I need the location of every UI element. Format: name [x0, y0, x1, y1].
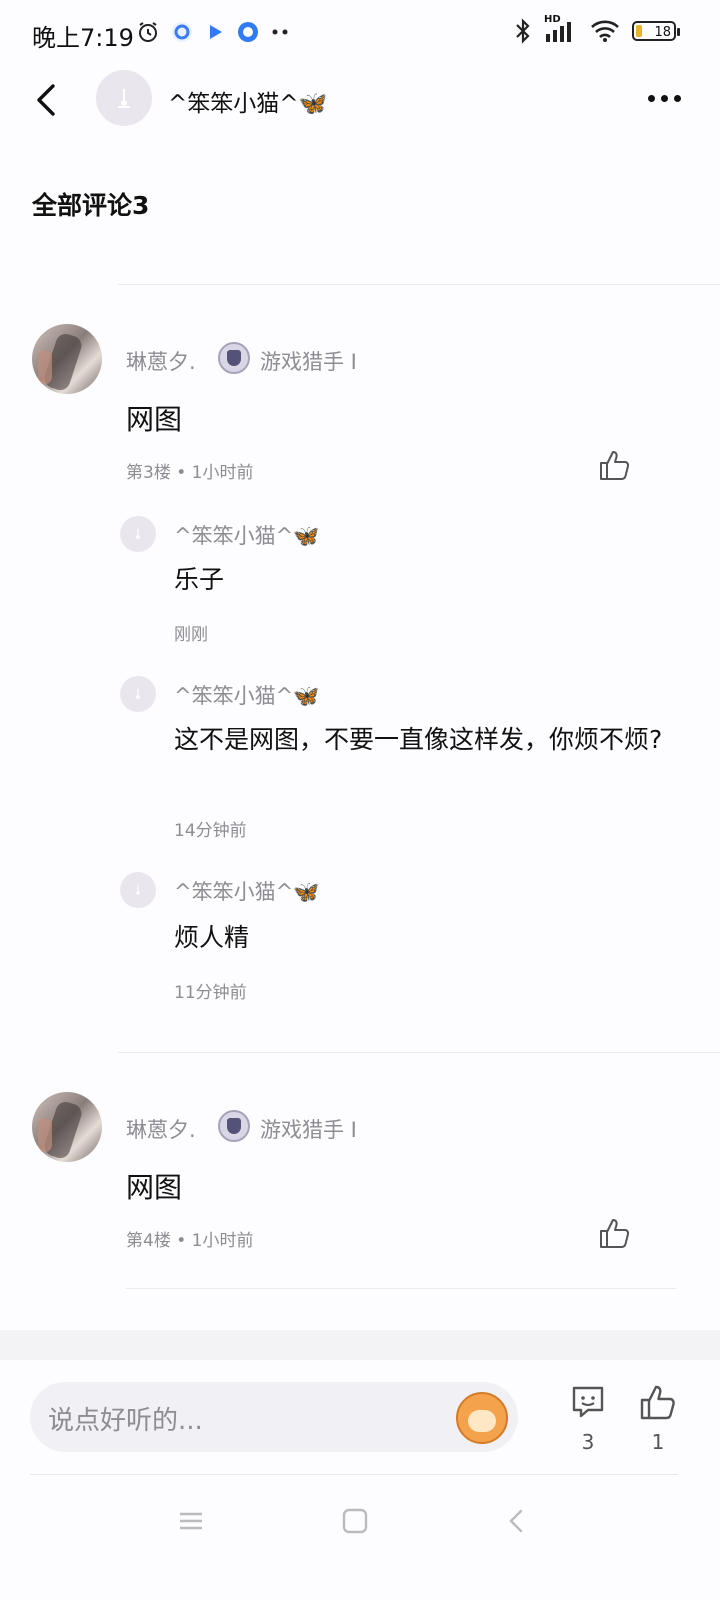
alarm-icon — [139, 22, 157, 42]
divider — [118, 1052, 720, 1053]
back-button[interactable] — [28, 80, 68, 120]
home-icon[interactable] — [340, 1506, 370, 1536]
reply-text: 这不是网图，不要一直像这样发，你烦不烦? — [174, 725, 663, 754]
reply-avatar[interactable] — [120, 676, 156, 712]
footer-separator-band — [0, 1330, 720, 1360]
comment-author[interactable]: 琳蒽夕. — [126, 346, 196, 376]
divider — [118, 284, 720, 285]
divider — [126, 1288, 676, 1289]
reply-time: 刚刚 — [174, 625, 208, 645]
reply-author[interactable]: ^笨笨小猫^🦋 — [174, 876, 319, 906]
baidu-netdisk-icon — [172, 22, 192, 42]
badge-label: 游戏猎手 I — [260, 1118, 357, 1142]
game-hunter-badge-icon — [218, 1110, 250, 1142]
reply-time: 14分钟前 — [174, 821, 247, 841]
thumbs-up-icon[interactable] — [598, 1216, 632, 1250]
navbar-divider — [30, 1474, 678, 1475]
bluetooth-icon — [516, 18, 530, 44]
signal-indicator: HD — [544, 14, 578, 44]
status-time: 晚上7:19 — [32, 24, 134, 52]
cat-avatar-icon — [136, 688, 140, 699]
comments-count-title: 全部评论3 — [32, 191, 150, 220]
play-icon — [210, 25, 222, 39]
dot — [660, 94, 668, 102]
commenter-avatar[interactable] — [32, 324, 102, 394]
battery-indicator: 18 — [632, 21, 680, 41]
comment-count: 3 — [581, 1430, 595, 1454]
reply-author[interactable]: ^笨笨小猫^🦋 — [174, 680, 319, 710]
header-username[interactable]: ^笨笨小猫^🦋 — [168, 84, 327, 118]
cat-avatar-icon — [118, 89, 130, 108]
dot — [673, 94, 681, 102]
header: ^笨笨小猫^🦋 — [0, 70, 720, 130]
reply-avatar[interactable] — [120, 872, 156, 908]
back-nav-icon[interactable] — [502, 1506, 532, 1536]
wifi-icon — [591, 20, 619, 42]
game-hunter-badge-icon — [218, 342, 250, 374]
thumbs-up-icon[interactable] — [598, 448, 632, 482]
comment-text: 网图 — [126, 403, 183, 436]
commenter-avatar[interactable] — [32, 1092, 102, 1162]
comment-meta: 第4楼 • 1小时前 — [126, 1231, 254, 1251]
reply-author[interactable]: ^笨笨小猫^🦋 — [174, 520, 319, 550]
more-options-button[interactable] — [642, 86, 686, 110]
comment-author[interactable]: 琳蒽夕. — [126, 1114, 196, 1144]
like-icon[interactable] — [638, 1382, 678, 1422]
badge-label: 游戏猎手 I — [260, 350, 357, 374]
cat-avatar-icon — [136, 528, 140, 539]
status-bar: 晚上7:19 HD 18 — [0, 0, 720, 70]
comment-input-placeholder: 说点好听的... — [48, 1406, 203, 1436]
more-notifications-icon — [272, 29, 288, 35]
header-avatar[interactable] — [96, 70, 152, 126]
comment-input[interactable]: 说点好听的... — [30, 1382, 518, 1452]
reply-text: 乐子 — [174, 565, 225, 594]
like-count: 1 — [651, 1430, 665, 1454]
reply-time: 11分钟前 — [174, 983, 247, 1003]
comment-meta: 第3楼 • 1小时前 — [126, 463, 254, 483]
status-icons-left — [136, 20, 290, 44]
battery-fill — [636, 25, 642, 37]
status-icons-right: HD 18 — [514, 14, 680, 44]
menu-icon[interactable] — [176, 1506, 206, 1536]
dot — [647, 94, 655, 102]
comment-text: 网图 — [126, 1171, 183, 1204]
reply-text: 烦人精 — [174, 923, 250, 952]
emoji-mascot-icon[interactable] — [456, 1392, 508, 1444]
battery-level: 18 — [654, 25, 671, 40]
cat-avatar-icon — [136, 884, 140, 895]
signal-icon — [546, 22, 571, 42]
circle-app-icon — [238, 22, 258, 42]
reply-avatar[interactable] — [120, 516, 156, 552]
comment-bubble-icon[interactable] — [568, 1382, 608, 1422]
